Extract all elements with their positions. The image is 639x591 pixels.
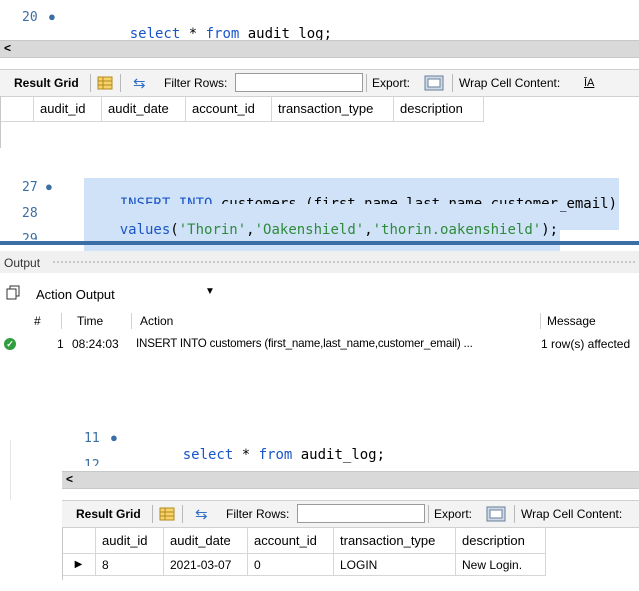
horizontal-scrollbar[interactable]: < (62, 471, 639, 489)
filter-rows-input[interactable] (235, 73, 363, 92)
refresh-icon[interactable]: ⇆ (133, 70, 146, 96)
grid-icon (97, 76, 113, 90)
column-header[interactable]: audit_date (102, 96, 186, 122)
column-header[interactable]: audit_id (34, 96, 102, 122)
result-grid-header: audit_id audit_date account_id transacti… (0, 96, 484, 122)
result-grid-header: audit_id audit_date account_id transacti… (62, 528, 546, 554)
editor-bottom[interactable]: 11 ● select * from audit_log; 12 (62, 420, 639, 470)
export-icon[interactable] (423, 70, 445, 96)
col-time: Time (77, 314, 104, 328)
column-header[interactable]: account_id (186, 96, 272, 122)
column-header[interactable]: audit_id (96, 528, 164, 554)
wrap-cell-icon[interactable]: ĪA (584, 70, 594, 96)
scroll-left-icon[interactable]: < (66, 472, 73, 486)
cell-description[interactable]: New Login. (456, 554, 546, 576)
result-grid-tab[interactable]: Result Grid (14, 70, 79, 96)
row-num: 1 (57, 337, 64, 351)
chevron-down-icon[interactable]: ▼ (205, 286, 215, 297)
result-grid-tab[interactable]: Result Grid (76, 501, 141, 527)
line-number: 11 (84, 431, 100, 446)
grid-icon (159, 507, 175, 521)
drag-handle[interactable] (52, 260, 637, 264)
refresh-icon[interactable]: ⇆ (195, 501, 208, 527)
output-panel-header: Output (0, 251, 639, 273)
scroll-left-icon[interactable]: < (4, 41, 11, 55)
form-view-icon[interactable] (97, 70, 113, 96)
column-header[interactable]: transaction_type (272, 96, 394, 122)
grid-left-border (62, 528, 63, 580)
statement-marker-icon: ● (110, 430, 118, 445)
statement-marker-icon: ● (48, 9, 56, 24)
output-title: Output (4, 256, 41, 270)
output-table-header: # Time Action Message (0, 311, 639, 331)
line-number: 12 (84, 458, 100, 466)
col-num: # (34, 314, 41, 328)
cell-audit-date[interactable]: 2021-03-07 (164, 554, 248, 576)
editor-top[interactable]: 20 ● select * from audit_log; (0, 0, 639, 42)
filter-rows-label: Filter Rows: (164, 76, 228, 90)
wrap-cell-content-label: Wrap Cell Content: (521, 507, 623, 521)
column-header[interactable]: description (456, 528, 546, 554)
splitter[interactable] (0, 241, 639, 245)
export-icon[interactable] (485, 501, 507, 527)
column-header[interactable]: transaction_type (334, 528, 456, 554)
editor-middle[interactable]: 27 ● INSERT INTO customers (first_name,l… (0, 160, 639, 256)
export-label: Export: (434, 507, 473, 521)
output-type-select[interactable]: Action Output (36, 287, 115, 302)
row-message: 1 row(s) affected (541, 337, 631, 351)
output-selector-row: Action Output ▼ (0, 281, 639, 307)
copy-icon[interactable] (5, 285, 21, 304)
col-message: Message (547, 314, 596, 328)
editor-bottom-left-edge (10, 440, 11, 500)
line-number: 27 (22, 180, 38, 195)
line-number: 20 (22, 10, 38, 25)
export-label: Export: (372, 76, 411, 90)
filter-rows-input[interactable] (297, 504, 425, 523)
result-grid-toolbar: Result Grid ⇆ Filter Rows: Export: Wrap … (0, 69, 639, 97)
column-header[interactable]: description (394, 96, 484, 122)
wrap-cell-content-label: Wrap Cell Content: (459, 76, 561, 90)
cell-account-id[interactable]: 0 (248, 554, 334, 576)
row-header-cell (62, 528, 96, 554)
form-view-icon[interactable] (159, 501, 175, 527)
column-header[interactable]: audit_date (164, 528, 248, 554)
horizontal-scrollbar[interactable]: < (0, 40, 639, 58)
line-12-clip: 12 (62, 456, 262, 466)
line-number: 28 (22, 206, 38, 221)
column-header[interactable]: account_id (248, 528, 334, 554)
result-grid-toolbar: Result Grid ⇆ Filter Rows: Export: Wrap … (62, 500, 639, 528)
row-time: 08:24:03 (72, 337, 119, 351)
col-action: Action (140, 314, 174, 328)
filter-rows-label: Filter Rows: (226, 507, 290, 521)
line-number: 29 (22, 232, 38, 240)
sql-keyword: from (258, 447, 293, 463)
grid-left-border (0, 96, 1, 148)
cell-transaction-type[interactable]: LOGIN (334, 554, 456, 576)
line-29-clip: 29 (0, 230, 639, 240)
cell-audit-id[interactable]: 8 (96, 554, 164, 576)
row-pointer-cell[interactable]: ▶ (62, 554, 96, 576)
row-action: INSERT INTO customers (first_name,last_n… (136, 337, 473, 350)
sql-text: audit_log; (292, 447, 386, 463)
statement-marker-icon: ● (45, 179, 53, 194)
row-header-cell (0, 96, 34, 122)
success-check-icon: ✓ (4, 338, 16, 350)
table-row[interactable]: ▶ 8 2021-03-07 0 LOGIN New Login. (62, 554, 546, 576)
output-row[interactable]: ✓ 1 08:24:03 INSERT INTO customers (firs… (0, 334, 639, 354)
